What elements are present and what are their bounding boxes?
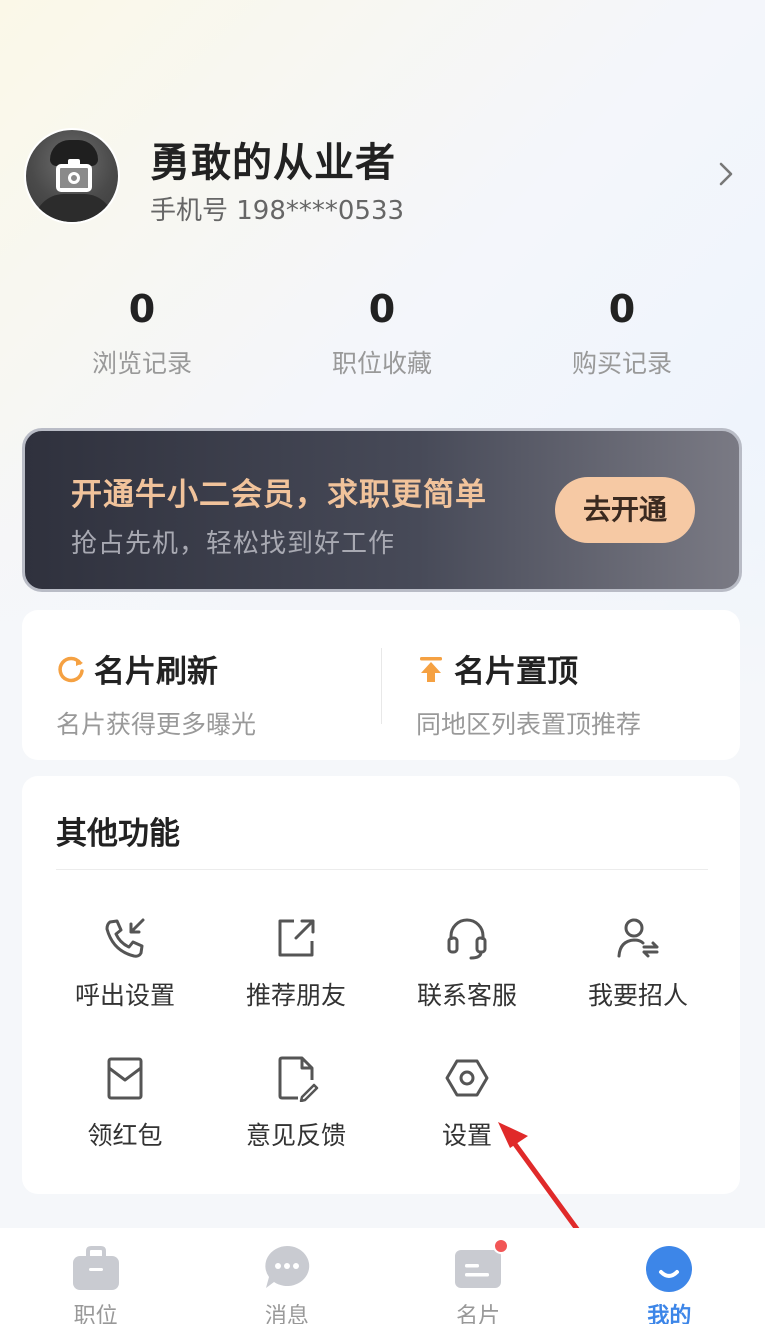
card-top-item[interactable]: 名片置顶 同地区列表置顶推荐 — [416, 646, 641, 741]
pin-top-icon — [420, 656, 442, 682]
tab-messages[interactable]: 消息 — [191, 1228, 382, 1324]
card-top-title: 名片置顶 — [454, 654, 578, 690]
feedback-icon — [278, 1056, 319, 1102]
function-label: 呼出设置 — [74, 981, 175, 1010]
red-envelope-icon — [107, 1057, 143, 1100]
card-top-subtitle: 同地区列表置顶推荐 — [416, 710, 642, 739]
function-feedback[interactable]: 意见反馈 — [211, 1054, 381, 1152]
stat-browse-history[interactable]: 0 浏览记录 — [22, 286, 262, 386]
chevron-right-icon[interactable] — [712, 160, 740, 188]
message-icon — [265, 1245, 310, 1288]
settings-icon — [445, 1059, 489, 1097]
phone-outgoing-icon — [105, 918, 145, 958]
other-functions-section: 其他功能 呼出设置 推荐朋友 联系客服 我要招人 领红包 意见反馈 设置 — [22, 776, 740, 1194]
tab-card[interactable]: 名片 — [383, 1228, 574, 1324]
stat-label: 职位收藏 — [331, 349, 432, 378]
card-refresh-title: 名片刷新 — [94, 654, 218, 690]
stat-label: 购买记录 — [571, 349, 672, 378]
recruit-icon — [617, 918, 659, 958]
function-label: 意见反馈 — [245, 1121, 346, 1150]
vip-banner[interactable]: 开通牛小二会员，求职更简单 抢占先机，轻松找到好工作 去开通 — [22, 428, 742, 592]
tab-label: 名片 — [456, 1304, 501, 1324]
vip-open-button[interactable]: 去开通 — [555, 477, 695, 543]
function-call-settings[interactable]: 呼出设置 — [40, 914, 210, 1012]
function-red-envelope[interactable]: 领红包 — [40, 1054, 210, 1152]
notification-badge — [492, 1238, 509, 1254]
divider — [56, 869, 708, 870]
card-refresh-subtitle: 名片获得更多曝光 — [56, 710, 257, 739]
function-label: 联系客服 — [416, 981, 517, 1010]
profile-smile-icon — [646, 1246, 693, 1292]
function-recommend-friends[interactable]: 推荐朋友 — [211, 914, 381, 1012]
function-label: 领红包 — [87, 1121, 163, 1150]
user-name: 勇敢的从业者 — [150, 140, 396, 186]
user-phone: 手机号 198****0533 — [150, 196, 405, 226]
tab-label: 我的 — [647, 1304, 692, 1324]
card-refresh-item[interactable]: 名片刷新 名片获得更多曝光 — [56, 646, 256, 741]
stats-row: 0 浏览记录 0 职位收藏 0 购买记录 — [22, 286, 742, 386]
avatar[interactable] — [24, 128, 120, 224]
section-title: 其他功能 — [56, 816, 180, 852]
stat-value: 0 — [368, 287, 396, 331]
profile-header[interactable]: 勇敢的从业者 手机号 198****0533 — [24, 128, 746, 228]
refresh-icon — [58, 656, 84, 682]
stat-value: 0 — [608, 287, 636, 331]
function-label: 推荐朋友 — [245, 981, 346, 1010]
stat-value: 0 — [128, 287, 156, 331]
briefcase-icon — [72, 1246, 119, 1290]
stat-purchase-history[interactable]: 0 购买记录 — [502, 286, 742, 386]
share-icon — [278, 919, 315, 957]
divider — [381, 648, 382, 724]
stat-job-favorites[interactable]: 0 职位收藏 — [262, 286, 502, 386]
vip-subtitle: 抢占先机，轻松找到好工作 — [71, 529, 396, 559]
vip-title: 开通牛小二会员，求职更简单 — [71, 477, 487, 513]
function-contact-support[interactable]: 联系客服 — [382, 914, 552, 1012]
tab-label: 职位 — [73, 1304, 118, 1324]
headset-icon — [447, 918, 487, 960]
stat-label: 浏览记录 — [91, 349, 192, 378]
function-recruit[interactable]: 我要招人 — [553, 914, 723, 1012]
tab-jobs[interactable]: 职位 — [0, 1228, 191, 1324]
camera-icon — [56, 159, 92, 192]
promote-card: 名片刷新 名片获得更多曝光 名片置顶 同地区列表置顶推荐 — [22, 610, 740, 760]
function-label: 我要招人 — [587, 981, 688, 1010]
tab-label: 消息 — [264, 1304, 309, 1324]
tab-mine[interactable]: 我的 — [574, 1228, 765, 1324]
bottom-tab-bar: 职位 消息 名片 我的 — [0, 1228, 765, 1324]
